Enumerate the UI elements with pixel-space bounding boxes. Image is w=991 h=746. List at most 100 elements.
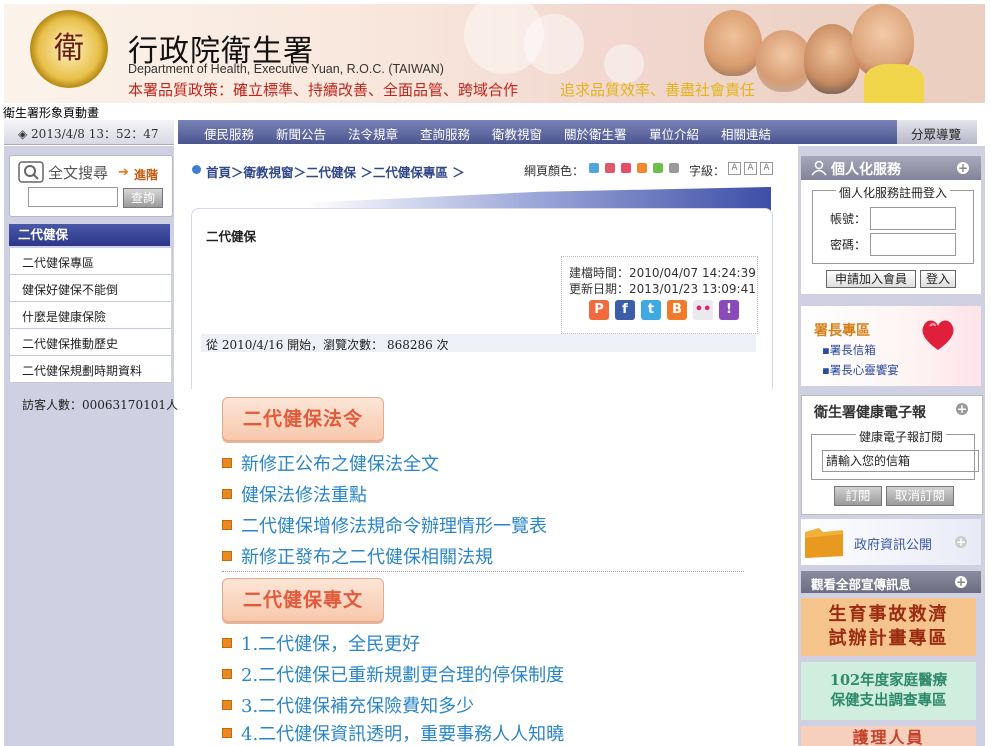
unsubscribe-button[interactable]: 取消訂閱 [886,486,954,506]
site-title-en: Department of Health, Executive Yuan, R.… [128,62,444,76]
expand-plus-icon[interactable]: + [955,536,967,548]
article-link-label: 2.二代健保已重新規劃更合理的停保制度 [241,665,565,686]
left-menu-item-label: 二代健保推動歷史 [22,337,119,351]
register-button[interactable]: 申請加入會員 [826,270,916,288]
article-link[interactable]: 1.二代健保，全民更好 [222,630,420,656]
left-menu-item-label: 二代健保專區 [22,256,95,270]
minister-title[interactable]: 署長專區 [814,320,870,340]
nav-item-about[interactable]: 關於衛生署 [564,124,627,143]
nav-item-links[interactable]: 相關連結 [721,124,771,143]
law-link[interactable]: 健保法修法重點 [222,481,367,507]
plurk-icon[interactable]: P [589,300,609,320]
login-legend: 個人化服務註冊登入 [836,184,951,201]
left-menu-item-label: 健保好健保不能倒 [22,283,119,297]
color-swatch[interactable] [589,163,599,173]
promo-banner-nursing[interactable]: 護理人員 [801,726,976,746]
article-link[interactable]: 3.二代健保補充保險費知多少 [222,692,474,718]
main-nav: 便民服務 新聞公告 法令規章 查詢服務 衛教視窗 關於衛生署 單位介紹 相關連結… [178,120,977,144]
created-time: 建檔時間：2010/04/07 14:24:39 [569,266,756,280]
left-menu-item[interactable]: 二代健保推動歷史 [9,329,171,356]
search-title: 全文搜尋 [48,164,109,182]
article-link[interactable]: 4.二代健保資訊透明，重要事務人人知曉 [222,720,564,746]
nav-item-units[interactable]: 單位介紹 [649,124,699,143]
left-menu-item[interactable]: 二代健保規劃時期資料 [9,356,171,383]
nav-item-health-education[interactable]: 衛教視窗 [492,124,542,143]
minister-feast-link[interactable]: ▪署長心靈饗宴 [822,362,899,378]
password-input[interactable] [870,233,956,256]
color-swatch[interactable] [637,163,647,173]
left-menu-header: 二代健保 [9,224,170,246]
heart-icon [922,320,954,350]
email-input[interactable]: 請輸入您的信箱 [822,450,979,472]
datetime-text: ◈ 2013/4/8 13：52：47 [18,127,159,141]
folder-icon [805,528,843,558]
font-medium-button[interactable]: A [744,162,757,175]
nav-item-query[interactable]: 查詢服務 [420,124,470,143]
font-small-button[interactable]: A [728,162,741,175]
nav-item-services[interactable]: 便民服務 [204,124,254,143]
left-menu-item[interactable]: 什麼是健康保險 [9,302,171,329]
promo-header[interactable]: 觀看全部宣傳訊息 + [801,571,981,593]
page-color-label: 網頁顏色： [524,164,585,178]
user-icon [811,160,827,176]
article-link[interactable]: 2.二代健保已重新規劃更合理的停保制度 [222,661,564,687]
promo-banner-label: 生育事故救濟 試辦計畫專區 [828,604,949,649]
nav-item-news[interactable]: 新聞公告 [276,124,326,143]
left-menu-item-label: 二代健保規劃時期資料 [22,364,143,378]
font-large-button[interactable]: A [760,162,773,175]
search-box: 全文搜尋 ➔ 進階 查詢 [9,155,173,217]
law-link[interactable]: 二代健保增修法規命令辦理情形一覽表 [222,512,547,538]
minister-mailbox-link[interactable]: ▪署長信箱 [822,342,876,358]
search-button[interactable]: 查詢 [123,188,163,208]
minister-feast-label: 署長心靈饗宴 [829,363,899,377]
newsletter-legend: 健康電子報訂閱 [856,428,947,445]
law-link-label: 二代健保增修法規命令辦理情形一覽表 [241,516,547,537]
law-link[interactable]: 新修正發布之二代健保相關法規 [222,543,493,569]
bullet-icon [222,638,232,648]
breadcrumb[interactable]: 首頁＞衛教視窗＞二代健保 ＞二代健保專區 ＞ [206,162,465,181]
blogger-icon[interactable]: B [667,300,687,320]
promo-banner-family-medical[interactable]: 102年度家庭醫療 保健支出調查專區 [801,662,976,720]
bullet-icon [222,728,232,738]
twitter-icon[interactable]: t [641,300,661,320]
section-badge-articles: 二代健保專文 [222,578,384,622]
promo-banner-label: 護理人員 [852,728,925,746]
expand-plus-icon[interactable]: + [957,162,969,174]
department-logo[interactable]: 衛 [30,10,108,88]
left-menu-item[interactable]: 健保好健保不能倒 [9,275,171,302]
law-link-label: 健保法修法重點 [241,485,367,506]
flickr-icon[interactable]: •• [693,300,713,320]
minister-mailbox-label: 署長信箱 [829,343,876,357]
login-button[interactable]: 登入 [920,270,956,288]
account-label: 帳號： [830,212,867,226]
left-menu-item[interactable]: 二代健保專區 [9,248,171,275]
nav-item-regulations[interactable]: 法令規章 [348,124,398,143]
search-input[interactable] [28,187,118,207]
law-link[interactable]: 新修正公布之健保法全文 [222,450,439,476]
color-swatch[interactable] [653,163,663,173]
color-swatch[interactable] [605,163,615,173]
yahoo-icon[interactable]: ! [719,300,739,320]
subscribe-button[interactable]: 訂閱 [834,486,882,506]
promo-banner-label: 102年度家庭醫療 保健支出調查專區 [829,672,948,709]
audience-guide-button[interactable]: 分眾導覽 [897,120,977,144]
account-input[interactable] [870,207,956,230]
article-link-label: 1.二代健保，全民更好 [241,634,421,655]
arrow-right-icon: ➔ [118,165,129,180]
bullet-icon [222,520,232,530]
breadcrumb-bullet-icon [192,165,201,174]
search-icon [18,161,44,183]
law-link-label: 新修正公布之健保法全文 [241,454,439,475]
promo-banner-birth-accident[interactable]: 生育事故救濟 試辦計畫專區 [801,598,976,656]
color-swatch[interactable] [621,163,631,173]
person-photo [864,64,924,103]
quality-slogan: 追求品質效率、善盡社會責任 [560,81,756,99]
expand-plus-icon[interactable]: + [956,403,968,415]
expand-plus-icon[interactable]: + [955,576,967,588]
left-menu-item-label: 什麼是健康保險 [22,310,107,324]
article-link-label: 3.二代健保補充保險費知多少 [241,696,475,717]
bullet-icon [222,489,232,499]
color-swatch[interactable] [669,163,679,173]
facebook-icon[interactable]: f [615,300,635,320]
advanced-search-link[interactable]: 進階 [134,166,158,183]
